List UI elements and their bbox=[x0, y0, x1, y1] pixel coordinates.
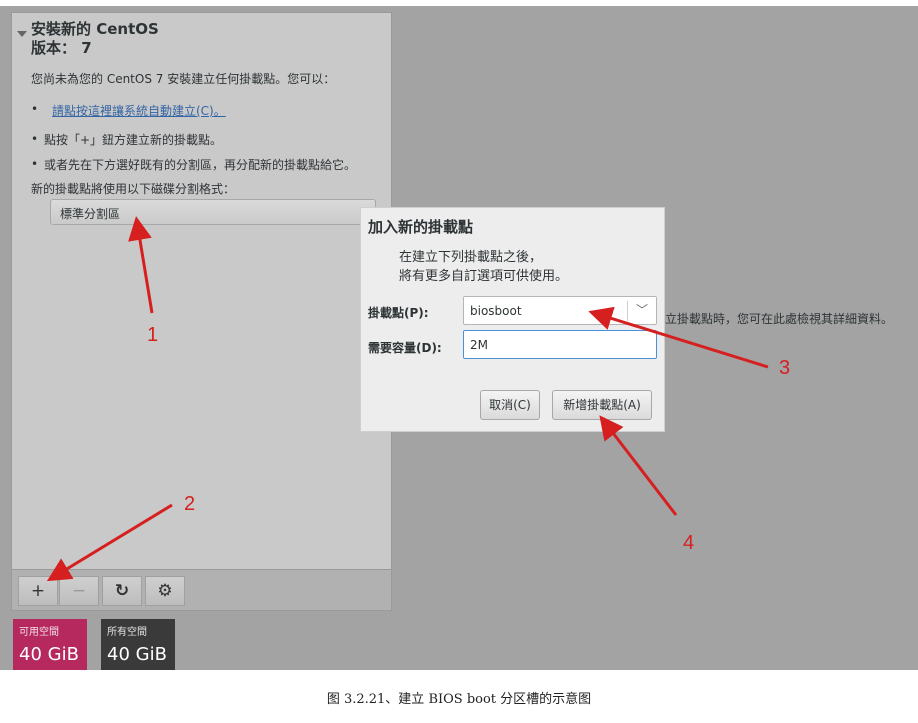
scheme-label: 新的掛載點將使用以下磁碟分割格式： bbox=[31, 182, 236, 196]
callout-4: 4 bbox=[683, 532, 695, 554]
partition-scheme-select[interactable]: 標準分割區 bbox=[50, 199, 376, 225]
mount-point-label: 掛載點(P): bbox=[368, 306, 429, 320]
total-space-label: 所有空間 bbox=[107, 627, 147, 638]
mount-point-value: biosboot bbox=[470, 304, 522, 318]
add-hint-text: 點按「+」鈕方建立新的掛載點。 bbox=[44, 133, 223, 147]
available-space-label: 可用空間 bbox=[19, 627, 59, 638]
available-space-badge: 可用空間 40 GiB bbox=[13, 619, 87, 670]
combo-separator bbox=[627, 301, 628, 321]
total-space-badge: 所有空間 40 GiB bbox=[101, 619, 175, 670]
capacity-input[interactable]: 2M bbox=[463, 330, 657, 359]
callout-1: 1 bbox=[147, 324, 159, 346]
os-version: 版本： 7 bbox=[31, 39, 92, 57]
capacity-label: 需要容量(D): bbox=[368, 341, 442, 355]
add-mount-point-button[interactable]: + bbox=[18, 576, 58, 606]
bullet-dot: • bbox=[31, 157, 39, 171]
add-mount-point-dialog: 加入新的掛載點 在建立下列掛載點之後， 將有更多自訂選項可供使用。 掛載點(P)… bbox=[360, 207, 665, 432]
expander-icon[interactable] bbox=[17, 31, 27, 37]
refresh-icon[interactable]: ↻ bbox=[102, 576, 142, 606]
mount-point-toolbar: + − ↻ ⚙ bbox=[11, 569, 392, 611]
dialog-desc-line1: 在建立下列掛載點之後， bbox=[399, 250, 543, 265]
auto-create-link-text[interactable]: 請點按這裡讓系統自動建立(C)。 bbox=[52, 104, 226, 118]
mount-points-panel: 安裝新的 CentOS 版本： 7 您尚未為您的 CentOS 7 安裝建立任何… bbox=[11, 12, 392, 575]
remove-mount-point-button[interactable]: − bbox=[59, 576, 99, 606]
capacity-value: 2M bbox=[470, 338, 488, 352]
mount-point-combo[interactable]: biosboot ﹀ bbox=[463, 296, 657, 325]
add-mount-point-confirm-button[interactable]: 新增掛載點(A) bbox=[552, 390, 652, 420]
configure-icon[interactable]: ⚙ bbox=[145, 576, 185, 606]
callout-3: 3 bbox=[779, 357, 791, 379]
existing-partition-hint: 或者先在下方選好既有的分割區，再分配新的掛載點給它。 bbox=[44, 158, 357, 172]
bullet-dot: • bbox=[31, 132, 39, 146]
installer-screen: 安裝新的 CentOS 版本： 7 您尚未為您的 CentOS 7 安裝建立任何… bbox=[0, 6, 918, 670]
available-space-value: 40 GiB bbox=[19, 644, 79, 665]
details-hint-text: 立掛載點時，您可在此處檢視其詳細資料。 bbox=[665, 312, 894, 326]
cancel-button[interactable]: 取消(C) bbox=[480, 390, 540, 420]
auto-create-link[interactable]: 請點按這裡讓系統自動建立(C)。 bbox=[52, 104, 226, 118]
total-space-value: 40 GiB bbox=[107, 644, 167, 665]
os-title: 安裝新的 CentOS bbox=[31, 20, 159, 38]
figure-caption: 图 3.2.21、建立 BIOS boot 分区槽的示意图 bbox=[326, 692, 592, 707]
scheme-value: 標準分割區 bbox=[60, 207, 121, 221]
dialog-desc-line2: 將有更多自訂選項可供使用。 bbox=[399, 269, 569, 284]
dialog-title: 加入新的掛載點 bbox=[368, 218, 474, 236]
intro-text: 您尚未為您的 CentOS 7 安裝建立任何掛載點。您可以： bbox=[31, 72, 336, 86]
callout-2: 2 bbox=[184, 493, 196, 515]
chevron-down-icon[interactable]: ﹀ bbox=[636, 301, 648, 318]
bullet-dot: • bbox=[31, 102, 39, 116]
